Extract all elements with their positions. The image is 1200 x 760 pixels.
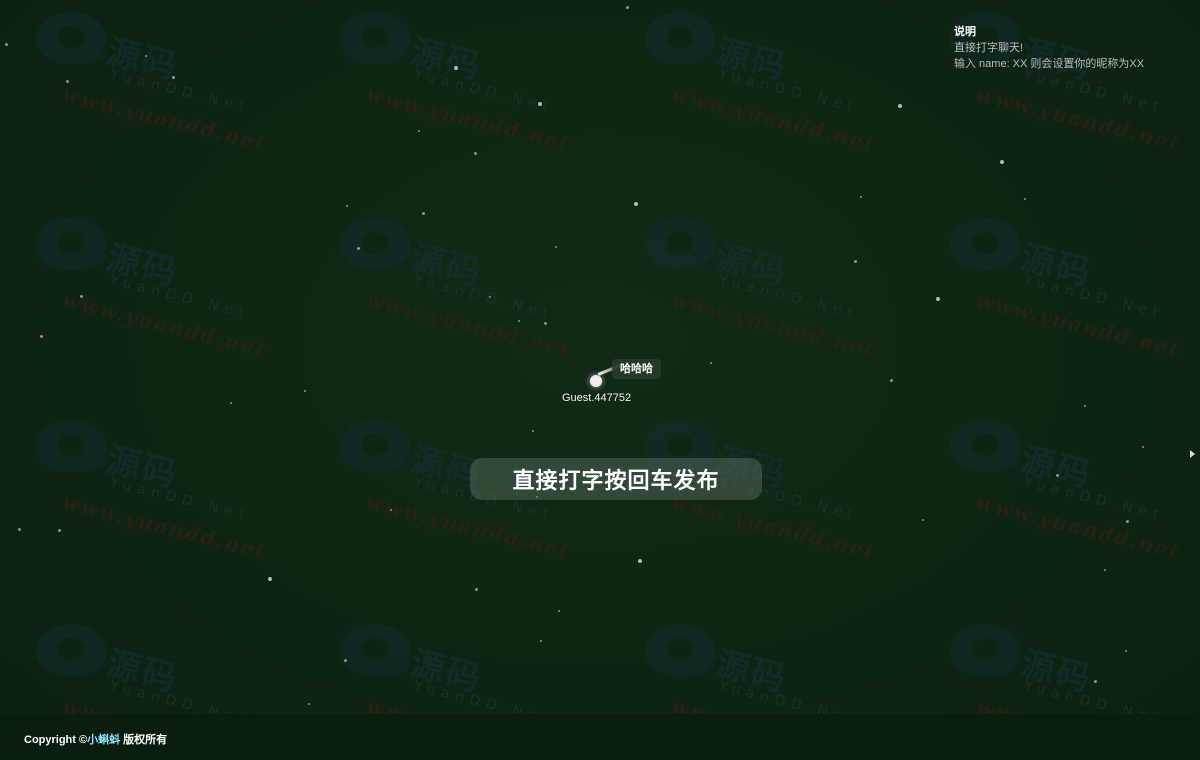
star-particle <box>854 260 857 263</box>
help-title: 说明 <box>954 26 976 38</box>
star-particle <box>40 335 43 338</box>
star-particle <box>936 297 940 301</box>
help-panel: 说明 直接打字聊天! 输入 name: XX 则会设置你的昵称为XX <box>954 24 1144 72</box>
star-particle <box>308 703 310 705</box>
star-particle <box>346 205 348 207</box>
typing-hint: 直接打字按回车发布 <box>470 458 762 500</box>
star-particle <box>544 322 547 325</box>
star-particle <box>1056 474 1059 477</box>
star-particle <box>66 80 69 83</box>
star-particle <box>555 246 557 248</box>
star-particle <box>418 130 420 132</box>
brand-link[interactable]: 小蝌蚪 <box>87 734 120 746</box>
star-particle <box>304 390 306 392</box>
game-canvas[interactable]: 源码 YuanDD.Net www.yuandd.net 源码 YuanDD.Net ww… <box>0 0 1200 760</box>
star-particle <box>489 296 491 298</box>
star-particle <box>172 76 175 79</box>
arrow-right-icon <box>1190 450 1195 458</box>
star-particle <box>390 509 392 511</box>
player-name-label: Guest.447752 <box>562 392 632 404</box>
star-particle <box>18 528 21 531</box>
star-particle <box>518 320 520 322</box>
star-particle <box>357 247 360 250</box>
star-particle <box>58 529 61 532</box>
star-particle <box>638 559 642 563</box>
star-particle <box>80 295 83 298</box>
star-particle <box>1125 650 1127 652</box>
star-particle <box>5 43 8 46</box>
star-particle <box>1000 160 1004 164</box>
player-chat-bubble: 哈哈哈 <box>612 359 661 379</box>
star-particle <box>268 577 272 581</box>
star-particle <box>145 55 147 57</box>
footer: Copyright ©小蝌蚪 版权所有 <box>0 714 1200 760</box>
star-particle <box>1142 446 1144 448</box>
star-particle <box>558 610 560 612</box>
player-tadpole-head <box>590 375 602 387</box>
star-particle <box>538 102 542 106</box>
star-particle <box>1084 405 1086 407</box>
star-particle <box>1024 198 1026 200</box>
star-particle <box>344 659 347 662</box>
star-particle <box>898 104 902 108</box>
star-particle <box>626 6 629 9</box>
star-particle <box>1126 520 1129 523</box>
star-particle <box>860 196 862 198</box>
star-particle <box>422 212 425 215</box>
star-particle <box>1104 569 1106 571</box>
star-particle <box>634 202 638 206</box>
star-particle <box>1094 680 1097 683</box>
star-particle <box>230 402 232 404</box>
star-particle <box>890 379 893 382</box>
copyright-suffix: 版权所有 <box>120 734 168 746</box>
star-particle <box>474 152 477 155</box>
star-particle <box>540 640 542 642</box>
star-particle <box>475 588 478 591</box>
help-line-name: 输入 name: XX 则会设置你的昵称为XX <box>954 58 1145 70</box>
copyright-prefix: Copyright © <box>24 734 88 746</box>
star-particle <box>710 362 712 364</box>
star-particle <box>922 519 924 521</box>
copyright-text: Copyright ©小蝌蚪 版权所有 <box>24 731 167 747</box>
star-particle <box>532 430 534 432</box>
help-line-chat: 直接打字聊天! <box>954 42 1024 54</box>
star-particle <box>454 66 458 70</box>
